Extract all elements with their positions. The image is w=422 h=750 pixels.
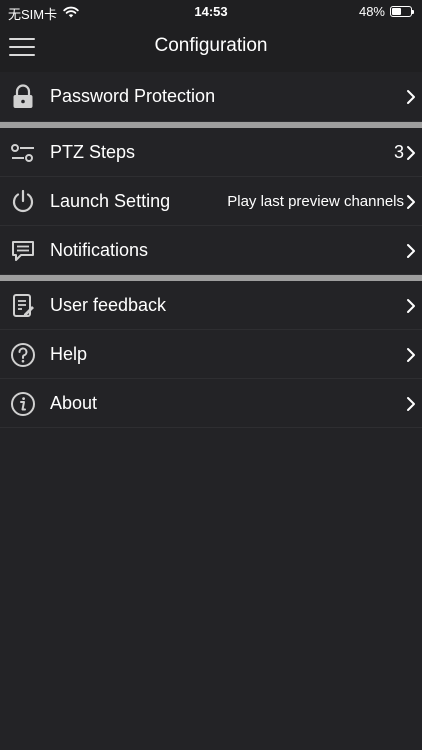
row-label: Help bbox=[50, 344, 88, 364]
row-label: Launch Setting bbox=[50, 191, 171, 211]
chevron-right-icon bbox=[406, 396, 416, 412]
chevron-right-icon bbox=[406, 243, 416, 259]
row-value: Play last preview channels bbox=[227, 193, 404, 210]
chevron-right-icon bbox=[406, 347, 416, 363]
row-about[interactable]: About bbox=[0, 379, 422, 428]
hamburger-menu-icon[interactable] bbox=[9, 36, 35, 58]
message-icon bbox=[10, 238, 36, 264]
lock-icon bbox=[10, 84, 36, 110]
nav-bar: Configuration bbox=[0, 24, 422, 72]
power-icon bbox=[10, 189, 36, 215]
row-ptz-steps[interactable]: PTZ Steps 3 bbox=[0, 128, 422, 177]
help-icon bbox=[10, 342, 36, 368]
chevron-right-icon bbox=[406, 298, 416, 314]
chevron-right-icon bbox=[406, 145, 416, 161]
chevron-right-icon bbox=[406, 89, 416, 105]
info-icon bbox=[10, 391, 36, 417]
row-user-feedback[interactable]: User feedback bbox=[0, 281, 422, 330]
row-notifications[interactable]: Notifications bbox=[0, 226, 422, 275]
row-label: About bbox=[50, 393, 98, 413]
battery-icon bbox=[390, 6, 414, 17]
status-bar: 无SIM卡 14:53 48% bbox=[0, 0, 422, 24]
row-password-protection[interactable]: Password Protection bbox=[0, 72, 422, 122]
settings-list: Password Protection PTZ Steps 3 Launch S… bbox=[0, 72, 422, 428]
chevron-right-icon bbox=[406, 194, 416, 210]
row-label: PTZ Steps bbox=[50, 142, 136, 162]
row-help[interactable]: Help bbox=[0, 330, 422, 379]
row-value: 3 bbox=[393, 142, 404, 162]
sliders-icon bbox=[10, 140, 36, 166]
row-label: Password Protection bbox=[50, 86, 216, 106]
status-right: 48% bbox=[358, 4, 414, 19]
battery-percent: 48% bbox=[358, 4, 385, 19]
feedback-icon bbox=[10, 293, 36, 319]
row-label: User feedback bbox=[50, 295, 167, 315]
page-title: Configuration bbox=[154, 35, 268, 56]
row-launch-setting[interactable]: Launch Setting Play last preview channel… bbox=[0, 177, 422, 226]
battery-fill bbox=[392, 8, 401, 15]
row-label: Notifications bbox=[50, 240, 149, 260]
